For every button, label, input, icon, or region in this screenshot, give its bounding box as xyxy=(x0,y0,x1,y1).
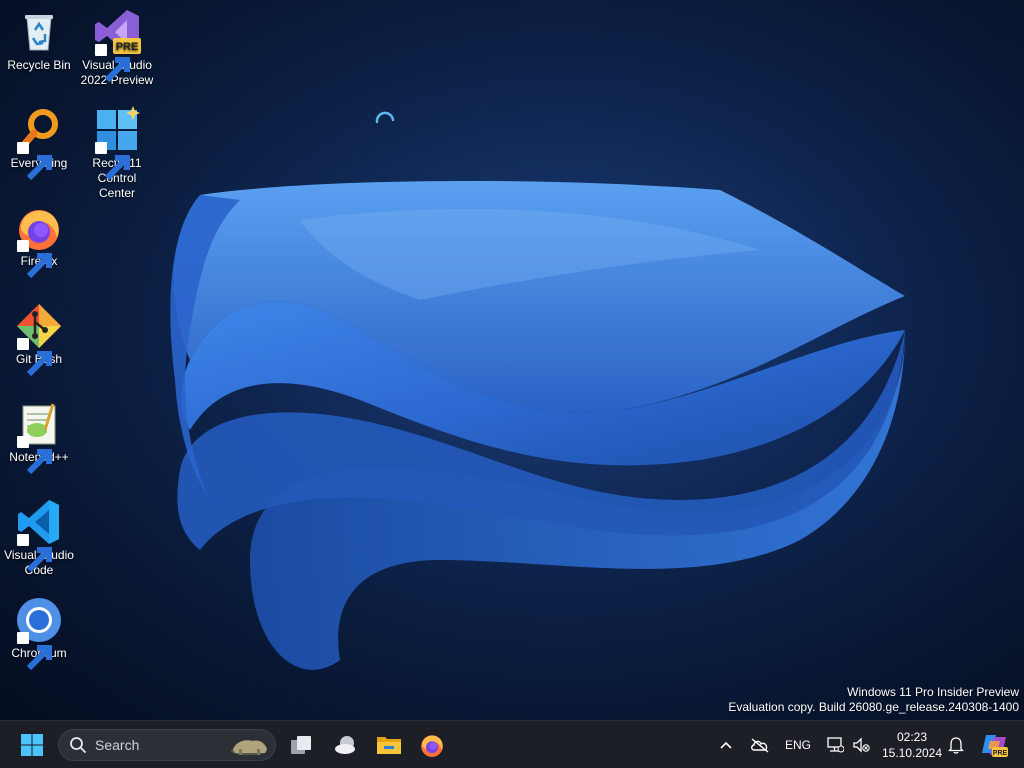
watermark-edition: Windows 11 Pro Insider Preview xyxy=(847,685,1019,699)
shortcut-arrow-icon xyxy=(17,436,52,475)
start-button[interactable] xyxy=(12,725,52,765)
folder-icon xyxy=(377,737,401,754)
taskbar-search-box[interactable]: Search xyxy=(58,729,276,761)
desktop-icon-notepad-plus-plus[interactable]: Notepad++ xyxy=(0,400,78,475)
taskbar: Search ENG 02:23 15.10.2024 PRE xyxy=(0,720,1024,768)
desktop-icon-recycle-bin[interactable]: Recycle Bin xyxy=(0,8,78,73)
network-disconnected-icon xyxy=(827,737,844,753)
shortcut-arrow-icon xyxy=(17,338,52,377)
speaker-muted-icon xyxy=(853,737,870,753)
desktop-icon-vscode[interactable]: Visual Studio Code xyxy=(0,498,78,578)
firefox-icon xyxy=(421,735,443,757)
cloud-offline-icon xyxy=(751,738,769,753)
task-view-icon xyxy=(291,736,311,754)
desktop-icon-chromium[interactable]: Chromium xyxy=(0,596,78,671)
recycle-bin-icon xyxy=(25,15,53,51)
volume-tray-button[interactable] xyxy=(848,725,874,765)
desktop-icon-everything[interactable]: Everything xyxy=(0,106,78,181)
search-icon xyxy=(70,737,86,753)
desktop-icon-rectify11[interactable]: Rectify11 Control Center xyxy=(78,106,156,201)
shortcut-arrow-icon xyxy=(95,142,130,181)
shortcut-arrow-icon xyxy=(17,142,52,181)
windows-logo-icon xyxy=(21,734,43,756)
desktop[interactable]: Recycle Bin PRE Visual Studio 2022 Previ… xyxy=(0,0,1024,720)
widgets-button[interactable] xyxy=(326,725,366,765)
copilot-pre-badge: PRE xyxy=(993,750,1008,757)
busy-cursor-icon xyxy=(375,111,395,124)
clock-date: 15.10.2024 xyxy=(881,746,943,760)
search-label: Search xyxy=(95,737,140,753)
watermark-build: Evaluation copy. Build 26080.ge_release.… xyxy=(728,700,1019,714)
weather-widget-icon xyxy=(335,736,355,754)
desktop-icon-firefox[interactable]: Firefox xyxy=(0,204,78,279)
firefox-taskbar-button[interactable] xyxy=(412,725,452,765)
shortcut-arrow-icon xyxy=(17,632,52,671)
file-explorer-button[interactable] xyxy=(369,725,409,765)
show-hidden-icons-button[interactable] xyxy=(710,725,742,765)
desktop-icon-git-bash[interactable]: Git Bash xyxy=(0,302,78,377)
onedrive-tray-button[interactable] xyxy=(744,725,776,765)
task-view-button[interactable] xyxy=(281,725,321,765)
input-language[interactable]: ENG xyxy=(785,738,811,752)
shortcut-arrow-icon xyxy=(17,240,52,279)
shortcut-arrow-icon xyxy=(95,44,130,83)
search-highlight-icon xyxy=(231,740,267,755)
shortcut-arrow-icon xyxy=(17,534,52,573)
bell-icon xyxy=(948,737,964,754)
copilot-icon: PRE xyxy=(982,735,1008,757)
taskbar-clock[interactable]: 02:23 15.10.2024 xyxy=(876,729,948,761)
desktop-icon-visual-studio-preview[interactable]: PRE Visual Studio 2022 Preview xyxy=(78,8,156,88)
chevron-up-icon xyxy=(720,741,732,749)
windows-watermark: Windows 11 Pro Insider Preview Evaluatio… xyxy=(728,685,1019,715)
desktop-icon-label: Recycle Bin xyxy=(7,58,71,72)
network-tray-button[interactable] xyxy=(821,725,849,765)
notifications-button[interactable] xyxy=(942,725,970,765)
clock-time: 02:23 xyxy=(896,730,928,744)
copilot-button[interactable]: PRE xyxy=(974,725,1014,765)
